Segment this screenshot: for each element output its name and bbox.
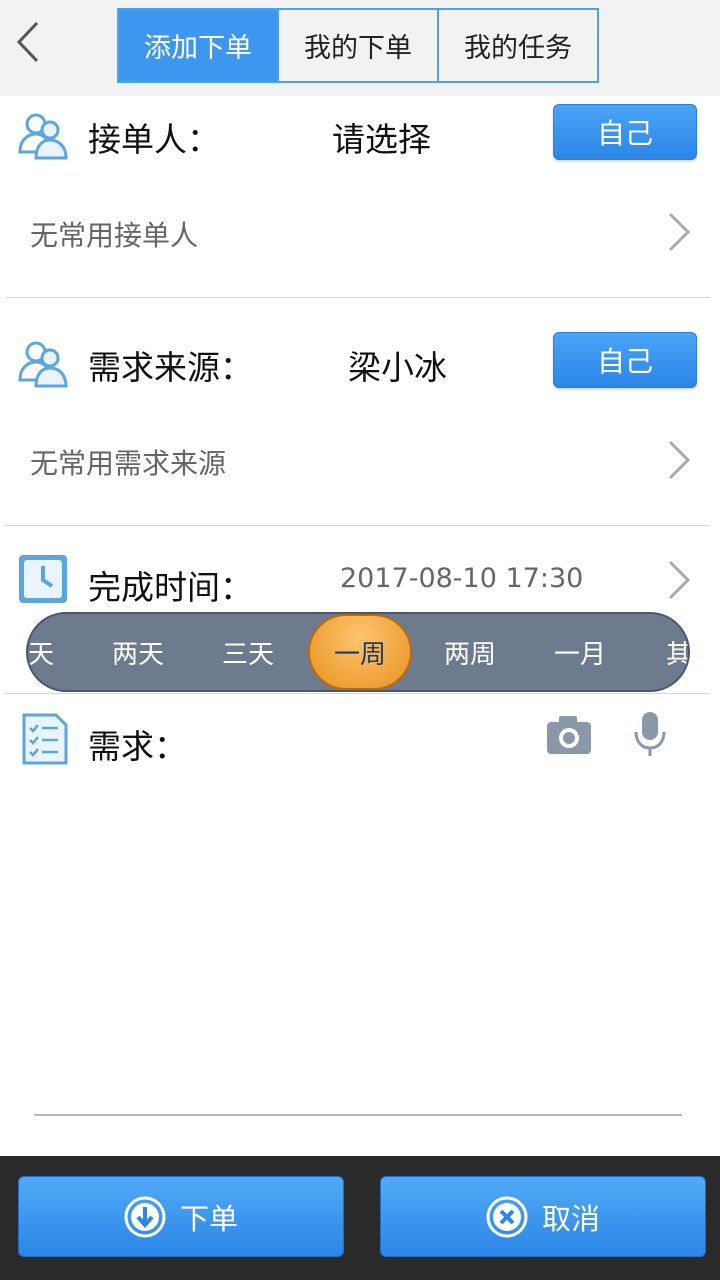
people-icon [18,113,68,160]
tab-add-order[interactable]: 添加下单 [119,10,277,81]
tab-bar: 添加下单 我的下单 我的任务 [117,8,599,83]
duration-option[interactable]: 其 [656,614,688,690]
common-receiver-text: 无常用接单人 [30,219,199,252]
chevron-right-icon [668,560,691,600]
chevron-right-icon [668,212,691,252]
duration-option-selected[interactable]: 一周 [308,614,412,690]
common-source-text: 无常用需求来源 [30,447,227,480]
duration-picker[interactable]: 天 两天 三天 一周 两周 一月 其 [26,612,690,692]
submit-order-label: 下单 [179,1201,238,1236]
checklist-icon [22,713,68,765]
clock-icon [19,555,67,603]
cancel-label: 取消 [541,1201,600,1236]
duration-option[interactable]: 两周 [430,614,510,690]
duration-option[interactable]: 一月 [540,614,620,690]
tab-my-tasks[interactable]: 我的任务 [437,10,597,81]
common-receiver-row[interactable]: 无常用接单人 [0,192,720,272]
tab-my-orders[interactable]: 我的下单 [277,10,437,81]
receiver-value[interactable]: 请选择 [332,113,431,161]
submit-order-button[interactable]: 下单 [18,1176,344,1257]
divider [6,525,710,526]
close-circle-icon [486,1196,528,1237]
receiver-self-button[interactable]: 自己 [553,104,697,160]
source-self-button[interactable]: 自己 [553,332,697,388]
chevron-right-icon [668,440,691,480]
source-label: 需求来源： [88,348,253,387]
duration-option[interactable]: 三天 [208,614,288,690]
download-arrow-icon [124,1196,166,1237]
common-source-row[interactable]: 无常用需求来源 [0,420,720,500]
source-value[interactable]: 梁小冰 [348,341,447,389]
people-icon [18,341,68,388]
back-button[interactable] [8,14,48,70]
chevron-left-icon [16,21,39,63]
duration-option[interactable]: 两天 [98,614,178,690]
deadline-value: 2017-08-10 17:30 [340,563,584,594]
divider [6,297,710,298]
duration-option[interactable]: 天 [28,614,64,690]
deadline-label: 完成时间： [88,568,253,607]
divider [6,693,710,694]
input-underline [34,1114,682,1116]
microphone-icon[interactable] [632,710,668,758]
top-bar: 添加下单 我的下单 我的任务 [0,0,720,96]
cancel-button[interactable]: 取消 [380,1176,706,1257]
requirement-label: 需求： [88,727,187,766]
receiver-label: 接单人： [88,120,220,159]
camera-icon[interactable] [545,714,593,756]
